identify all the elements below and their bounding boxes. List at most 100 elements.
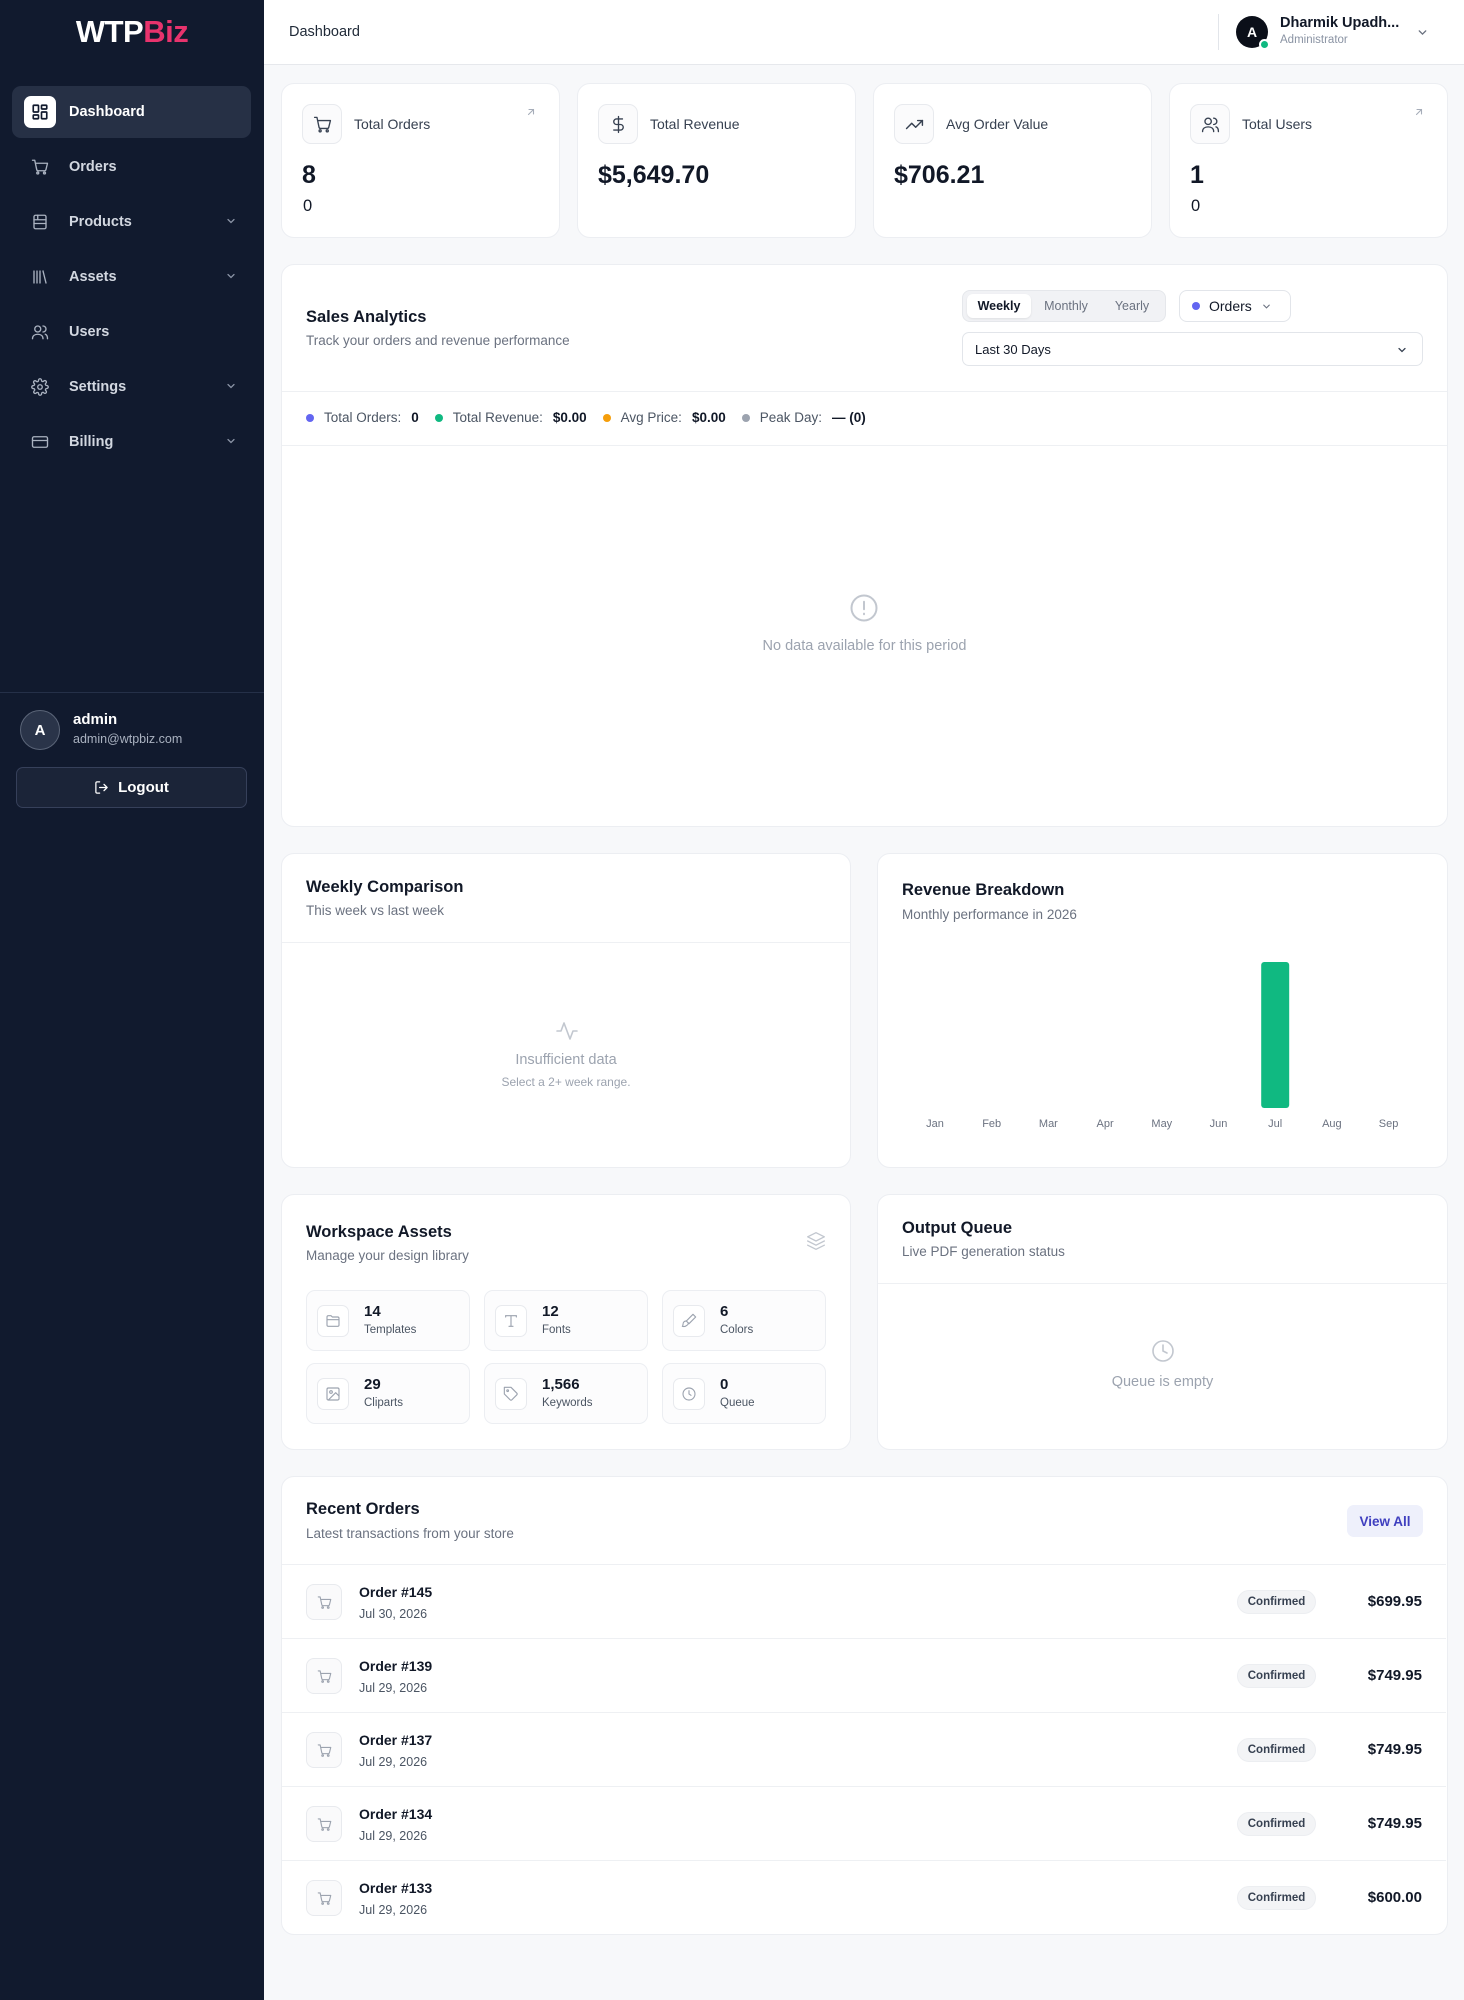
order-date: Jul 29, 2026 — [359, 1903, 428, 1917]
order-id[interactable]: Order #133 — [359, 1880, 432, 1896]
sales-analytics-card: Sales Analytics Track your orders and re… — [281, 264, 1448, 827]
card-title: Workspace Assets — [306, 1223, 452, 1241]
type-icon — [495, 1305, 527, 1337]
stat-card-total-orders[interactable]: Total Orders 8 0 — [281, 83, 560, 238]
sidebar-item-billing[interactable]: Billing — [12, 416, 251, 468]
asset-colors[interactable]: 6 Colors — [662, 1290, 826, 1351]
period-monthly-button[interactable]: Monthly — [1033, 294, 1099, 318]
asset-count: 29 — [364, 1376, 381, 1393]
period-yearly-button[interactable]: Yearly — [1101, 294, 1163, 318]
avatar: A — [20, 710, 60, 750]
top-header: Dashboard A Dharmik Upadh... Administrat… — [264, 0, 1464, 65]
asset-queue[interactable]: 0 Queue — [662, 1363, 826, 1424]
date-range-value: Last 30 Days — [975, 341, 1051, 357]
divider — [282, 942, 850, 943]
brand-logo[interactable]: WTPBiz — [0, 14, 264, 50]
x-tick-label: Jan — [926, 1118, 944, 1130]
chevron-down-icon[interactable] — [1416, 26, 1429, 39]
cart-icon — [306, 1880, 342, 1916]
asset-count: 12 — [542, 1303, 559, 1320]
view-all-button[interactable]: View All — [1347, 1505, 1423, 1537]
asset-label: Fonts — [542, 1324, 571, 1336]
empty-state-message: Queue is empty — [1111, 1374, 1214, 1390]
stat-value: $706.21 — [894, 161, 985, 189]
table-row[interactable]: Order #145 Jul 30, 2026 Confirmed $699.9… — [282, 1564, 1446, 1638]
sidebar-item-label: Orders — [69, 159, 117, 175]
table-row[interactable]: Order #139 Jul 29, 2026 Confirmed $749.9… — [282, 1638, 1446, 1712]
sidebar-item-label: Dashboard — [69, 104, 145, 120]
asset-label: Templates — [364, 1324, 417, 1336]
logout-button[interactable]: Logout — [16, 767, 247, 808]
arrow-up-right-icon[interactable] — [1413, 106, 1425, 118]
order-id[interactable]: Order #134 — [359, 1806, 432, 1822]
brush-icon — [673, 1305, 705, 1337]
online-status-dot — [1259, 39, 1270, 50]
sidebar: WTPBiz Dashboard Orders Products Assets … — [0, 0, 264, 2000]
asset-cliparts[interactable]: 29 Cliparts — [306, 1363, 470, 1424]
order-amount: $749.95 — [1367, 1741, 1422, 1758]
date-range-select[interactable]: Last 30 Days — [962, 332, 1423, 366]
output-queue-card: Output Queue Live PDF generation status … — [877, 1194, 1448, 1450]
sidebar-item-dashboard[interactable]: Dashboard — [12, 86, 251, 138]
stat-value: $5,649.70 — [598, 161, 710, 189]
card-subtitle: Latest transactions from your store — [306, 1526, 514, 1541]
card-subtitle: Manage your design library — [306, 1248, 469, 1263]
x-tick-label: May — [1151, 1118, 1173, 1130]
chevron-down-icon — [1261, 301, 1272, 312]
logout-icon — [94, 780, 109, 795]
order-date: Jul 29, 2026 — [359, 1755, 428, 1769]
table-row[interactable]: Order #133 Jul 29, 2026 Confirmed $600.0… — [282, 1860, 1446, 1934]
box-icon — [24, 206, 56, 238]
sidebar-item-users[interactable]: Users — [12, 306, 251, 358]
asset-fonts[interactable]: 12 Fonts — [484, 1290, 648, 1351]
bar-jul[interactable] — [1261, 962, 1290, 1108]
stat-subvalue: 0 — [303, 197, 313, 215]
sidebar-item-label: Billing — [69, 434, 114, 450]
brand-logo-part1: WTP — [75, 14, 144, 49]
sidebar-item-settings[interactable]: Settings — [12, 361, 251, 413]
table-row[interactable]: Order #137 Jul 29, 2026 Confirmed $749.9… — [282, 1712, 1446, 1786]
legend-label: Peak Day: — [759, 410, 823, 425]
period-weekly-button[interactable]: Weekly — [967, 294, 1031, 318]
brand-logo-part2: Biz — [143, 14, 189, 49]
status-badge: Confirmed — [1237, 1738, 1316, 1762]
stat-card-avg-order-value[interactable]: Avg Order Value $706.21 — [873, 83, 1152, 238]
stat-card-total-revenue[interactable]: Total Revenue $5,649.70 — [577, 83, 856, 238]
order-id[interactable]: Order #137 — [359, 1732, 432, 1748]
chevron-down-icon — [1396, 344, 1408, 356]
asset-count: 0 — [720, 1376, 729, 1393]
divider — [282, 391, 1447, 392]
x-tick-label: Apr — [1096, 1118, 1114, 1130]
stat-card-total-users[interactable]: Total Users 1 0 — [1169, 83, 1448, 238]
legend-dot — [602, 413, 611, 422]
order-id[interactable]: Order #145 — [359, 1584, 432, 1600]
recent-orders-card: Recent Orders Latest transactions from y… — [281, 1476, 1448, 1935]
analytics-legend: Total Orders: 0 Total Revenue: $0.00 Avg… — [306, 410, 882, 425]
asset-label: Keywords — [542, 1397, 593, 1409]
asset-count: 14 — [364, 1303, 381, 1320]
header-user-name[interactable]: Dharmik Upadh... — [1280, 15, 1399, 31]
header-user-role: Administrator — [1280, 34, 1348, 46]
stat-label: Total Orders — [354, 116, 431, 132]
x-tick-label: Jul — [1268, 1118, 1283, 1130]
status-badge: Confirmed — [1237, 1886, 1316, 1910]
sidebar-item-assets[interactable]: Assets — [12, 251, 251, 303]
empty-state-title: Insufficient data — [515, 1052, 617, 1068]
table-row[interactable]: Order #134 Jul 29, 2026 Confirmed $749.9… — [282, 1786, 1446, 1860]
metric-select[interactable]: Orders — [1179, 290, 1291, 322]
workspace-assets-card: Workspace Assets Manage your design libr… — [281, 1194, 851, 1450]
legend-value: $0.00 — [552, 410, 587, 425]
order-id[interactable]: Order #139 — [359, 1658, 432, 1674]
card-subtitle: This week vs last week — [306, 903, 445, 918]
order-amount: $749.95 — [1367, 1815, 1422, 1832]
asset-keywords[interactable]: 1,566 Keywords — [484, 1363, 648, 1424]
sidebar-item-products[interactable]: Products — [12, 196, 251, 248]
asset-templates[interactable]: 14 Templates — [306, 1290, 470, 1351]
dashboard-icon — [24, 96, 56, 128]
arrow-up-right-icon[interactable] — [525, 106, 537, 118]
legend-value: $0.00 — [691, 410, 726, 425]
sidebar-item-orders[interactable]: Orders — [12, 141, 251, 193]
activity-icon — [555, 1019, 579, 1043]
cart-icon — [302, 104, 342, 144]
cart-icon — [306, 1732, 342, 1768]
